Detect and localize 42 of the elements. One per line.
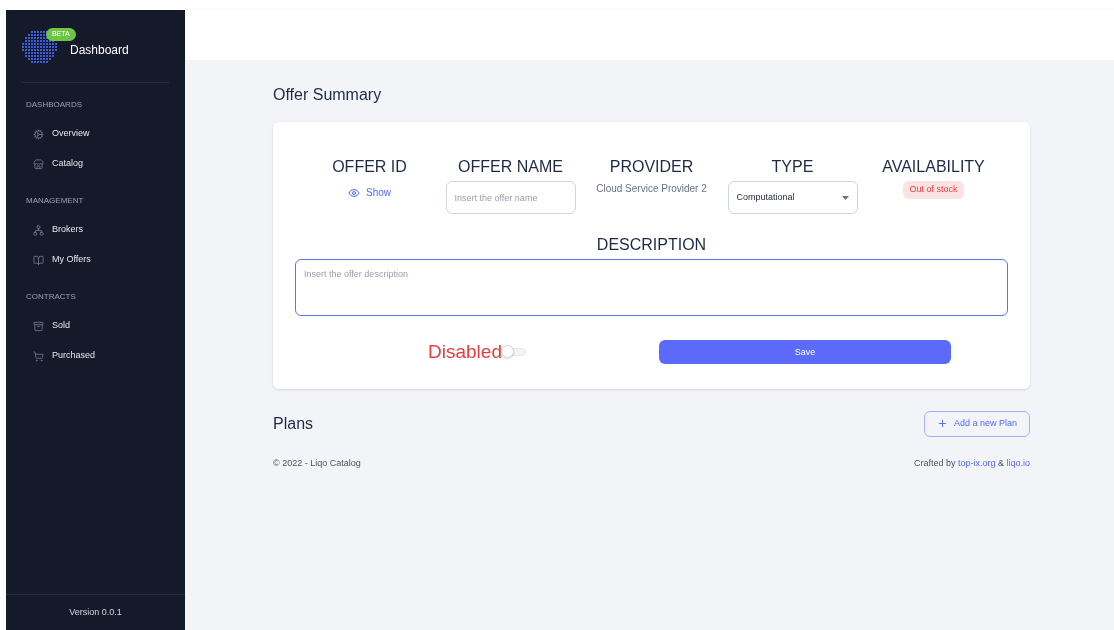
credit-link[interactable]: liqo.io <box>1006 457 1030 468</box>
offer-name-field[interactable]: Insert the offer name <box>445 181 576 214</box>
cart-icon <box>33 350 44 362</box>
status-label: Disabled <box>428 340 502 364</box>
provider-name: Cloud Service Provider 2 <box>596 182 707 196</box>
description-field[interactable]: Insert the offer description <box>295 259 1008 316</box>
copyright-text: © 2022 - Liqo Catalog <box>273 456 361 470</box>
field-label: OFFER ID <box>332 157 407 177</box>
section-heading: DASHBOARDS <box>25 99 83 111</box>
eye-icon <box>348 186 360 199</box>
sidebar-item[interactable]: Brokers <box>6 215 185 245</box>
store-icon <box>33 158 44 170</box>
save-button[interactable]: Save <box>659 340 951 365</box>
sidebar-item[interactable]: Overview <box>6 119 185 149</box>
sidebar-item[interactable]: Purchased <box>6 341 185 371</box>
plus-icon <box>936 418 948 429</box>
field-label: TYPE <box>771 157 814 177</box>
credit-text: Crafted by top-ix.org & liqo.io <box>913 456 1030 470</box>
section-heading: MANAGEMENT <box>25 195 85 207</box>
caret-down-icon <box>841 195 849 200</box>
status-toggle[interactable] <box>501 348 526 357</box>
archive-icon <box>33 320 44 332</box>
network-icon <box>33 224 44 236</box>
show-id-button[interactable]: Show <box>348 185 391 200</box>
type-select[interactable]: Computational <box>727 181 858 214</box>
field-label: DESCRIPTION <box>596 235 707 255</box>
page-title: Offer Summary <box>273 85 383 105</box>
gear-icon <box>33 128 44 140</box>
book-icon <box>33 254 44 266</box>
add-plan-button[interactable]: Add a new Plan <box>923 410 1030 437</box>
field-label: OFFER NAME <box>458 157 563 177</box>
brand-title: Dashboard <box>70 42 129 59</box>
field-label: PROVIDER <box>609 157 694 177</box>
sidebar-item[interactable]: Catalog <box>6 149 185 179</box>
sidebar-item[interactable]: Sold <box>6 311 185 341</box>
version-label: Version 0.0.1 <box>69 605 122 619</box>
credit-link[interactable]: top-ix.org <box>957 457 996 468</box>
sidebar-item[interactable]: My Offers <box>6 245 185 275</box>
plans-title: Plans <box>273 413 314 434</box>
field-label: AVAILABILITY <box>882 157 985 177</box>
section-heading: CONTRACTS <box>25 291 77 303</box>
availability-badge: Out of stock <box>903 181 964 199</box>
